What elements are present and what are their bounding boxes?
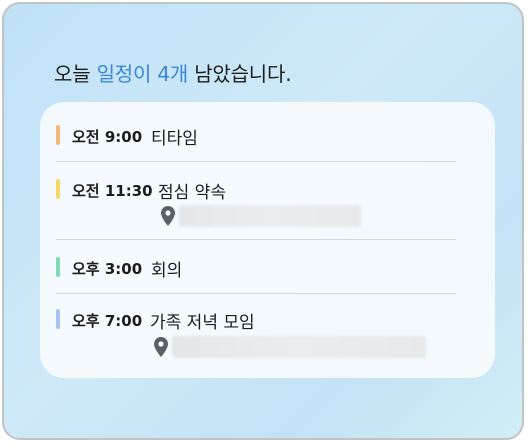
location-pin-icon: [154, 337, 168, 357]
event-location: [161, 205, 361, 227]
event-item[interactable]: 오후 7:00 가족 저녁 모임: [56, 306, 453, 366]
event-title: 티타임: [151, 129, 198, 149]
event-time: 오전 11:30: [72, 182, 153, 200]
event-item[interactable]: 오전 11:30 점심 약속: [56, 176, 453, 236]
event-time: 오후 7:00: [72, 312, 143, 330]
location-text: [179, 205, 361, 227]
events-card: 오전 9:00 티타임 오전 11:30 점심 약속 오후 3:00 회의 오후…: [40, 102, 495, 378]
event-title: 회의: [151, 261, 183, 281]
event-title: 가족 저녁 모임: [150, 313, 255, 333]
headline: 오늘 일정이 4개 남았습니다.: [54, 58, 292, 87]
headline-suffix: 남았습니다.: [188, 62, 292, 86]
event-color-bar: [56, 179, 60, 199]
location-text: [172, 336, 426, 358]
headline-highlight: 일정이 4개: [96, 62, 189, 86]
event-color-bar: [56, 309, 60, 329]
schedule-widget[interactable]: 오늘 일정이 4개 남았습니다. 오전 9:00 티타임 오전 11:30 점심…: [2, 2, 524, 440]
headline-prefix: 오늘: [54, 62, 97, 86]
divider: [56, 239, 456, 240]
event-title: 점심 약속: [158, 183, 226, 203]
divider: [56, 161, 456, 162]
divider: [56, 293, 456, 294]
event-item[interactable]: 오전 9:00 티타임: [56, 122, 453, 149]
event-location: [154, 336, 434, 358]
event-time: 오전 9:00: [72, 128, 143, 146]
event-color-bar: [56, 257, 60, 277]
location-pin-icon: [161, 206, 175, 226]
event-item[interactable]: 오후 3:00 회의: [56, 254, 453, 281]
event-time: 오후 3:00: [72, 260, 143, 278]
event-color-bar: [56, 125, 60, 145]
